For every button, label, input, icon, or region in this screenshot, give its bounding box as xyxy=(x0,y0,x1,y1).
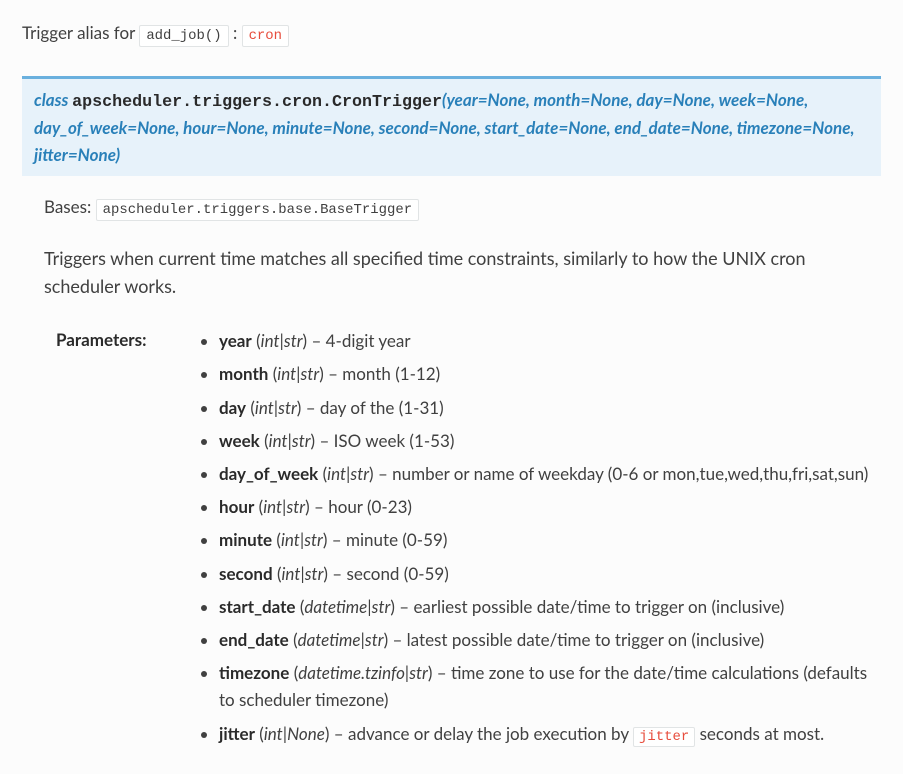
parameter-item: week (int|str) – ISO week (1-53) xyxy=(219,427,881,454)
param-type: datetime|str xyxy=(298,629,384,650)
bases-line: Bases: apscheduler.triggers.base.BaseTri… xyxy=(44,194,881,222)
param-name: week xyxy=(219,430,260,451)
parameter-item: year (int|str) – 4-digit year xyxy=(219,327,881,354)
param-type: int|str xyxy=(255,397,297,418)
parameter-item: month (int|str) – month (1-12) xyxy=(219,360,881,387)
parameter-item: jitter (int|None) – advance or delay the… xyxy=(219,720,881,748)
param-name: end_date xyxy=(219,629,289,650)
parameter-item: end_date (datetime|str) – latest possibl… xyxy=(219,626,881,653)
param-name: day_of_week xyxy=(219,463,318,484)
param-type: int|str xyxy=(269,430,311,451)
parameter-item: second (int|str) – second (0-59) xyxy=(219,560,881,587)
param-name: start_date xyxy=(219,596,296,617)
parameter-item: start_date (datetime|str) – earliest pos… xyxy=(219,593,881,620)
parameter-item: timezone (datetime.tzinfo|str) – time zo… xyxy=(219,659,881,713)
class-path: apscheduler.triggers.cron. xyxy=(72,93,332,112)
param-type: int|str xyxy=(282,563,324,584)
parameters-label: Parameters: xyxy=(44,327,199,353)
trigger-alias-prefix: Trigger alias for xyxy=(22,22,139,43)
parameters-list: year (int|str) – 4-digit year month (int|… xyxy=(199,327,881,754)
param-name: jitter xyxy=(219,723,255,744)
add-job-code: add_job() xyxy=(139,25,228,47)
param-name: month xyxy=(219,363,268,384)
param-type: datetime|str xyxy=(304,596,390,617)
param-name: minute xyxy=(219,529,272,550)
param-type: int|str xyxy=(277,363,319,384)
param-name: hour xyxy=(219,496,254,517)
param-type: int|str xyxy=(263,496,305,517)
parameter-item: hour (int|str) – hour (0-23) xyxy=(219,493,881,520)
param-type: int|str xyxy=(327,463,369,484)
param-type: int|str xyxy=(281,529,323,550)
trigger-alias-sep: : xyxy=(233,22,242,43)
param-name: second xyxy=(219,563,273,584)
param-name: day xyxy=(219,397,246,418)
param-inline-code: jitter xyxy=(633,727,695,747)
parameter-item: minute (int|str) – minute (0-59) xyxy=(219,526,881,553)
class-description: Triggers when current time matches all s… xyxy=(44,244,881,302)
trigger-alias-line: Trigger alias for add_job() : cron xyxy=(22,20,881,48)
trigger-alias-value: cron xyxy=(242,25,289,47)
param-name: year xyxy=(219,330,252,351)
param-type: int|None xyxy=(264,723,325,744)
param-type: int|str xyxy=(261,330,303,351)
parameter-item: day_of_week (int|str) – number or name o… xyxy=(219,460,881,487)
class-signature-block: class apscheduler.triggers.cron.CronTrig… xyxy=(22,76,881,177)
bases-value: apscheduler.triggers.base.BaseTrigger xyxy=(96,199,419,221)
bases-label: Bases: xyxy=(44,196,96,217)
class-keyword: class xyxy=(34,89,72,110)
param-name: timezone xyxy=(219,662,289,683)
param-type: datetime.tzinfo|str xyxy=(298,662,428,683)
parameter-item: day (int|str) – day of the (1-31) xyxy=(219,394,881,421)
class-name: CronTrigger xyxy=(332,93,442,112)
